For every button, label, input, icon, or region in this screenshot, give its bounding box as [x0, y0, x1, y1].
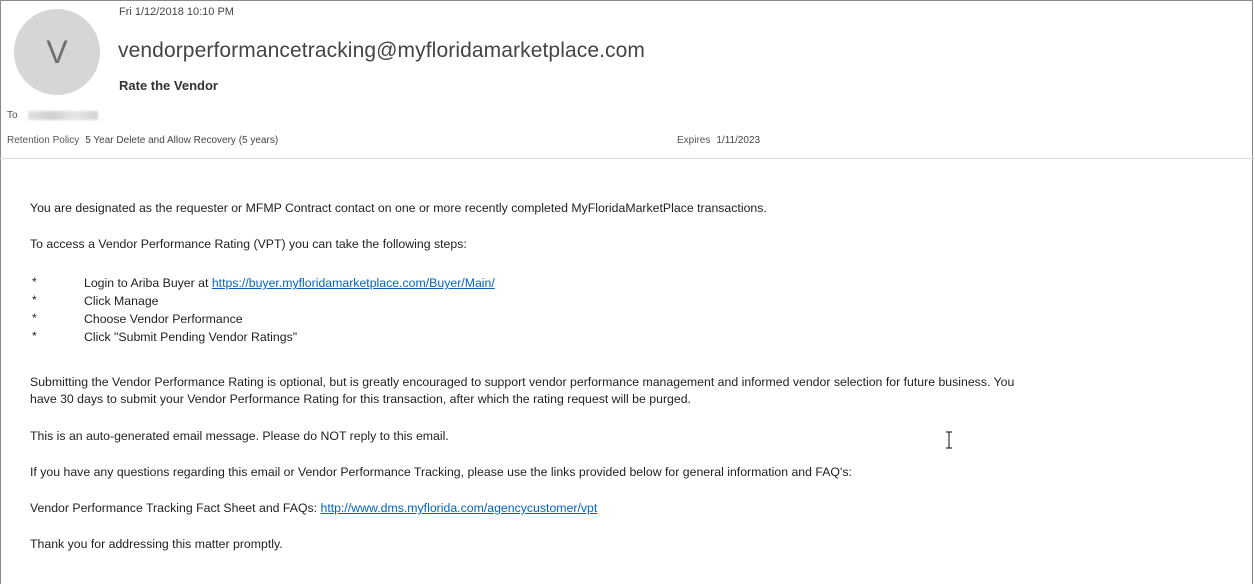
body-steps-intro: To access a Vendor Performance Rating (V… [30, 237, 467, 251]
body-intro: You are designated as the requester or M… [30, 201, 767, 215]
vpt-factsheet-link[interactable]: http://www.dms.myflorida.com/agencycusto… [321, 501, 598, 515]
bullet-4: * [32, 329, 37, 343]
bullet-3: * [32, 311, 37, 325]
retention-label: Retention Policy [7, 135, 80, 146]
expires-label: Expires [677, 135, 711, 146]
retention-policy: Retention Policy 5 Year Delete and Allow … [7, 135, 278, 146]
factsheet-text: Vendor Performance Tracking Fact Sheet a… [30, 501, 321, 515]
body-optional-line-2: have 30 days to submit your Vendor Perfo… [30, 392, 691, 406]
text-cursor-icon [946, 431, 952, 449]
sender-address[interactable]: vendorperformancetracking@myfloridamarke… [118, 39, 645, 63]
ariba-buyer-link[interactable]: https://buyer.myfloridamarketplace.com/B… [212, 276, 495, 290]
sender-avatar[interactable]: V [14, 9, 100, 95]
factsheet-line: Vendor Performance Tracking Fact Sheet a… [30, 500, 597, 517]
expires-info: Expires 1/11/2023 [677, 135, 760, 146]
body-auto-generated: This is an auto-generated email message.… [30, 429, 449, 443]
step-1: Login to Ariba Buyer at https://buyer.my… [84, 275, 495, 292]
email-subject: Rate the Vendor [119, 78, 218, 93]
to-label: To [7, 110, 18, 121]
retention-value: 5 Year Delete and Allow Recovery (5 year… [85, 135, 279, 146]
step-1-text: Login to Ariba Buyer at [84, 276, 212, 290]
step-4: Click "Submit Pending Vendor Ratings" [84, 330, 298, 344]
body-optional-line-1: Submitting the Vendor Performance Rating… [30, 375, 1015, 389]
step-2: Click Manage [84, 294, 159, 308]
header-divider [0, 158, 1255, 159]
body-thanks: Thank you for addressing this matter pro… [30, 537, 283, 551]
received-date: Fri 1/12/2018 10:10 PM [119, 6, 234, 18]
recipient-row: To [7, 110, 98, 121]
expires-value: 1/11/2023 [716, 135, 761, 146]
bullet-2: * [32, 293, 37, 307]
bullet-1: * [32, 275, 37, 289]
step-3: Choose Vendor Performance [84, 312, 243, 326]
body-questions: If you have any questions regarding this… [30, 465, 852, 479]
recipient-redacted[interactable] [27, 111, 98, 120]
